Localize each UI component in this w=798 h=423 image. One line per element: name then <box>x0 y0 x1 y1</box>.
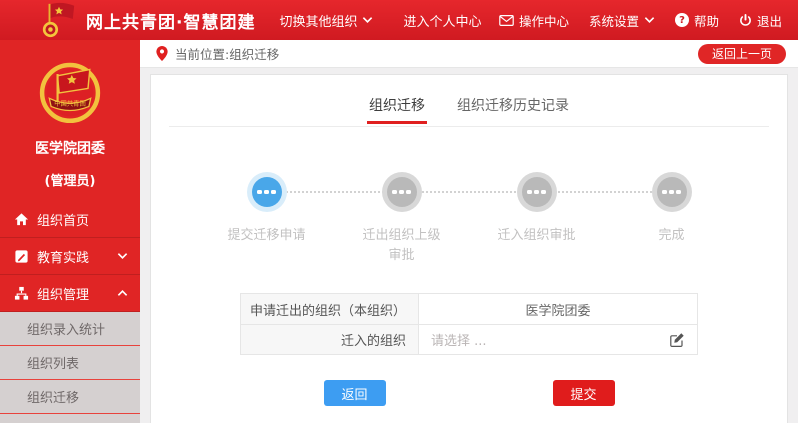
step-submit-application: 提交迁移申请 <box>199 177 334 265</box>
back-to-previous-page-button[interactable]: 返回上一页 <box>698 44 786 64</box>
return-button[interactable]: 返回 <box>324 380 386 406</box>
sidebar-item-education-practice[interactable]: 教育实践 <box>0 238 140 275</box>
sidebar-subitem-org-entry-stats[interactable]: 组织录入统计 <box>0 312 140 346</box>
sidebar-subitem-benchmark-rating[interactable]: 对标定级 <box>0 414 140 423</box>
transfer-form: 申请迁出的组织（本组织） 医学院团委 迁入的组织 请选择 ... <box>240 293 698 355</box>
source-org-value: 医学院团委 <box>419 294 697 324</box>
logout-link[interactable]: 退出 <box>739 11 782 30</box>
step-circle-1 <box>252 177 282 207</box>
tabs-bar: 组织迁移 组织迁移历史记录 <box>169 75 769 127</box>
help-icon: ? <box>675 13 689 27</box>
step-circle-3 <box>522 177 552 207</box>
sidebar-subitem-org-list[interactable]: 组织列表 <box>0 346 140 380</box>
target-org-select[interactable]: 请选择 ... <box>419 325 697 354</box>
chevron-down-icon <box>644 16 655 24</box>
tab-org-transfer-history[interactable]: 组织迁移历史记录 <box>455 95 571 121</box>
switch-org-menu[interactable]: 切换其他组织 <box>279 11 373 30</box>
source-org-label: 申请迁出的组织（本组织） <box>241 294 419 324</box>
step-complete: 完成 <box>604 177 739 265</box>
location-pin-icon <box>156 46 168 61</box>
sidebar-subitem-org-transfer[interactable]: 组织迁移 <box>0 380 140 414</box>
svg-text:中国共青团: 中国共青团 <box>54 99 85 108</box>
sidebar: 中国共青团 医学院团委 (管理员) 组织首页 教育实践 组 <box>0 40 140 423</box>
chevron-down-icon <box>362 16 373 24</box>
step-circle-2 <box>387 177 417 207</box>
chevron-up-icon <box>117 289 128 297</box>
step-outgoing-superior-approval: 迁出组织上级审批 <box>334 177 469 265</box>
power-icon <box>739 14 752 27</box>
step-circle-4 <box>657 177 687 207</box>
org-manage-icon <box>14 286 29 301</box>
sidebar-item-org-home[interactable]: 组织首页 <box>0 201 140 238</box>
app-title: 网上共青团·智慧团建 <box>86 8 255 33</box>
transfer-stepper: 提交迁移申请 迁出组织上级审批 迁入组织审批 <box>199 177 739 265</box>
help-link[interactable]: ? 帮助 <box>675 11 719 30</box>
submit-button[interactable]: 提交 <box>553 380 615 406</box>
top-header: 网上共青团·智慧团建 切换其他组织 进入个人中心 操作中心 系统设置 ? 帮助 <box>0 0 798 40</box>
content-area: 组织迁移 组织迁移历史记录 提交迁移申请 迁出组织上级审批 <box>140 68 798 423</box>
league-emblem-icon: 中国共青团 <box>34 56 106 128</box>
league-logo-icon <box>40 1 78 39</box>
education-icon <box>14 249 29 264</box>
org-transfer-card: 组织迁移 组织迁移历史记录 提交迁移申请 迁出组织上级审批 <box>150 74 788 423</box>
edit-square-icon[interactable] <box>669 332 685 348</box>
form-actions: 返回 提交 <box>240 380 698 406</box>
target-org-placeholder: 请选择 ... <box>431 330 487 349</box>
personal-center-link[interactable]: 进入个人中心 <box>403 11 481 30</box>
breadcrumb-bar: 当前位置:组织迁移 返回上一页 <box>140 40 798 68</box>
form-row-target-org: 迁入的组织 请选择 ... <box>241 324 697 354</box>
tab-org-transfer[interactable]: 组织迁移 <box>367 95 427 124</box>
org-manage-submenu: 组织录入统计 组织列表 组织迁移 对标定级 <box>0 312 140 423</box>
sidebar-item-org-manage[interactable]: 组织管理 <box>0 275 140 312</box>
breadcrumb: 当前位置:组织迁移 <box>156 44 279 63</box>
org-role: (管理员) <box>0 170 140 189</box>
operation-center-link[interactable]: 操作中心 <box>499 11 569 30</box>
current-location-text: 当前位置:组织迁移 <box>175 44 279 63</box>
org-name: 医学院团委 <box>0 138 140 158</box>
main-area: 当前位置:组织迁移 返回上一页 组织迁移 组织迁移历史记录 提交迁移申请 <box>140 40 798 423</box>
sidebar-menu: 组织首页 教育实践 组织管理 组织录入统计 组织列 <box>0 201 140 423</box>
home-icon <box>14 212 29 227</box>
form-row-source-org: 申请迁出的组织（本组织） 医学院团委 <box>241 294 697 324</box>
chevron-down-icon <box>117 252 128 260</box>
mail-icon <box>499 15 514 26</box>
step-incoming-approval: 迁入组织审批 <box>469 177 604 265</box>
system-settings-menu[interactable]: 系统设置 <box>589 11 655 30</box>
target-org-label: 迁入的组织 <box>241 325 419 354</box>
